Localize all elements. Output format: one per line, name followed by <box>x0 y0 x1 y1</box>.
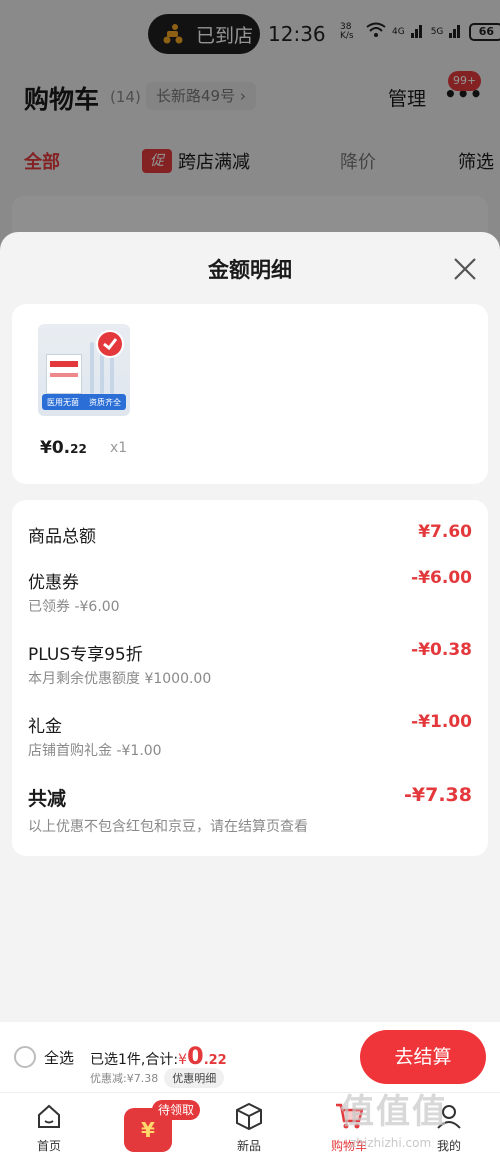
checkout-button[interactable]: 去结算 <box>360 1030 486 1084</box>
cube-icon <box>234 1101 264 1131</box>
checkout-bar: 全选 已选1件,合计: ¥0.22 优惠减:¥7.38 优惠明细 去结算 <box>0 1022 500 1092</box>
product-card: 医用无菌 资质齐全 ¥0.22 x1 <box>12 304 488 484</box>
select-all-label[interactable]: 全选 <box>44 1047 74 1068</box>
amount-breakdown: 商品总额 ¥7.60 优惠券 -¥6.00 已领券 -¥6.00 PLUS专享9… <box>12 500 488 856</box>
product-box-image <box>46 354 82 394</box>
watermark-url: zhizhizhi.com <box>350 1136 432 1150</box>
home-icon <box>34 1101 64 1131</box>
watermark-logo: 值值值 <box>340 1092 448 1132</box>
check-badge-icon <box>96 330 124 358</box>
tab-new[interactable]: 新品 <box>214 1101 284 1154</box>
discount-summary: 优惠减:¥7.38 优惠明细 <box>90 1068 225 1088</box>
selected-total: 已选1件,合计: ¥0.22 <box>90 1042 227 1070</box>
select-all-radio[interactable] <box>14 1046 36 1068</box>
thumb-banner: 医用无菌 资质齐全 <box>42 394 126 410</box>
product-thumbnail[interactable]: 医用无菌 资质齐全 <box>38 324 130 416</box>
product-price: ¥0.22 <box>40 438 87 458</box>
discount-detail-button[interactable]: 优惠明细 <box>164 1068 225 1088</box>
sheet-title: 金额明细 <box>208 258 292 282</box>
product-quantity: x1 <box>110 440 128 456</box>
tab-home[interactable]: 首页 <box>14 1101 84 1154</box>
close-icon[interactable] <box>452 256 478 282</box>
coupon-badge: 待领取 <box>152 1100 201 1120</box>
